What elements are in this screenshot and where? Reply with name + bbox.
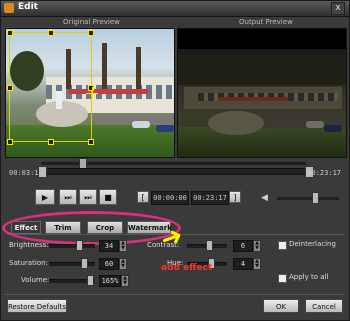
stop-button[interactable]: ■ [99, 189, 117, 205]
contrast-spin[interactable]: ▲ ▼ [253, 240, 261, 252]
deinterlacing-label: Deinterlacing [289, 240, 336, 248]
saturation-thumb[interactable] [81, 258, 88, 269]
highlight-ellipse [2, 211, 181, 245]
restore-defaults-button[interactable]: Restore Defaults [7, 299, 67, 313]
window-title: Edit [18, 2, 38, 12]
crop-frame[interactable] [9, 32, 92, 142]
saturation-spin[interactable]: ▲ ▼ [119, 258, 127, 270]
crop-handle[interactable] [7, 139, 13, 145]
mark-out-icon: ] [233, 193, 237, 202]
step-button[interactable]: ⏭ [79, 189, 97, 205]
output-preview [177, 28, 347, 158]
crop-handle[interactable] [48, 30, 54, 36]
contrast-value[interactable]: 6 [233, 240, 253, 252]
volume-value[interactable]: 165% [99, 275, 121, 287]
trim-start-thumb[interactable] [38, 166, 47, 178]
original-preview[interactable] [5, 28, 175, 158]
contrast-thumb[interactable] [206, 240, 213, 251]
brightness-thumb[interactable] [76, 240, 83, 251]
next-frame-icon: ⏭ [64, 193, 72, 202]
crop-handle[interactable] [88, 85, 94, 91]
apply-to-all-checkbox[interactable] [278, 274, 287, 283]
close-button[interactable]: x [331, 2, 345, 15]
add-effect-annotation: add effect [161, 263, 213, 273]
volume-track[interactable] [277, 197, 339, 200]
brightness-spin[interactable]: ▲ ▼ [119, 240, 127, 252]
app-icon [4, 3, 14, 13]
crop-handle[interactable] [48, 139, 54, 145]
start-time-box[interactable]: 00:00:00 [151, 191, 189, 205]
saturation-label: Saturation: [9, 259, 48, 267]
mark-in-icon: [ [141, 193, 145, 202]
crop-handle[interactable] [88, 139, 94, 145]
yellow-arrow: ➜ [156, 220, 188, 256]
hue-value[interactable]: 4 [233, 258, 253, 270]
play-icon: ▶ [41, 193, 49, 202]
volume-slider-thumb[interactable] [87, 275, 94, 286]
crop-handle[interactable] [7, 85, 13, 91]
title-bar: Edit x [1, 1, 349, 17]
volume-label: Volume: [21, 276, 50, 284]
play-button[interactable]: ▶ [35, 189, 55, 205]
stop-icon: ■ [104, 193, 112, 202]
mark-in-button[interactable]: [ [137, 191, 149, 203]
deinterlacing-checkbox[interactable] [278, 241, 287, 250]
timeline-slider[interactable] [38, 166, 314, 178]
cancel-button[interactable]: Cancel [305, 299, 343, 313]
next-frame-button[interactable]: ⏭ [59, 189, 77, 205]
end-time-box[interactable]: 00:23:17 [191, 191, 229, 205]
brightness-label: Brightness: [9, 241, 49, 249]
edit-window: Edit x Original Preview Output Preview 0… [0, 0, 350, 321]
mark-out-button[interactable]: ] [229, 191, 241, 203]
brightness-track[interactable] [49, 244, 95, 248]
ok-button[interactable]: OK [263, 299, 299, 313]
step-icon: ⏭ [84, 193, 92, 202]
end-time: 00:23:17 [307, 169, 341, 177]
original-preview-label: Original Preview [63, 18, 120, 26]
hue-spin[interactable]: ▲ ▼ [253, 258, 261, 270]
output-preview-label: Output Preview [239, 18, 293, 26]
volume-thumb[interactable] [312, 192, 319, 204]
saturation-value[interactable]: 60 [99, 258, 119, 270]
apply-to-all-label: Apply to all [289, 273, 329, 281]
crop-handle[interactable] [7, 30, 13, 36]
volume-spin[interactable]: ▲ ▼ [121, 275, 129, 287]
speaker-icon[interactable]: ◀ [261, 193, 271, 203]
saturation-track[interactable] [49, 262, 95, 266]
brightness-value[interactable]: 34 [99, 240, 119, 252]
crop-handle[interactable] [88, 30, 94, 36]
